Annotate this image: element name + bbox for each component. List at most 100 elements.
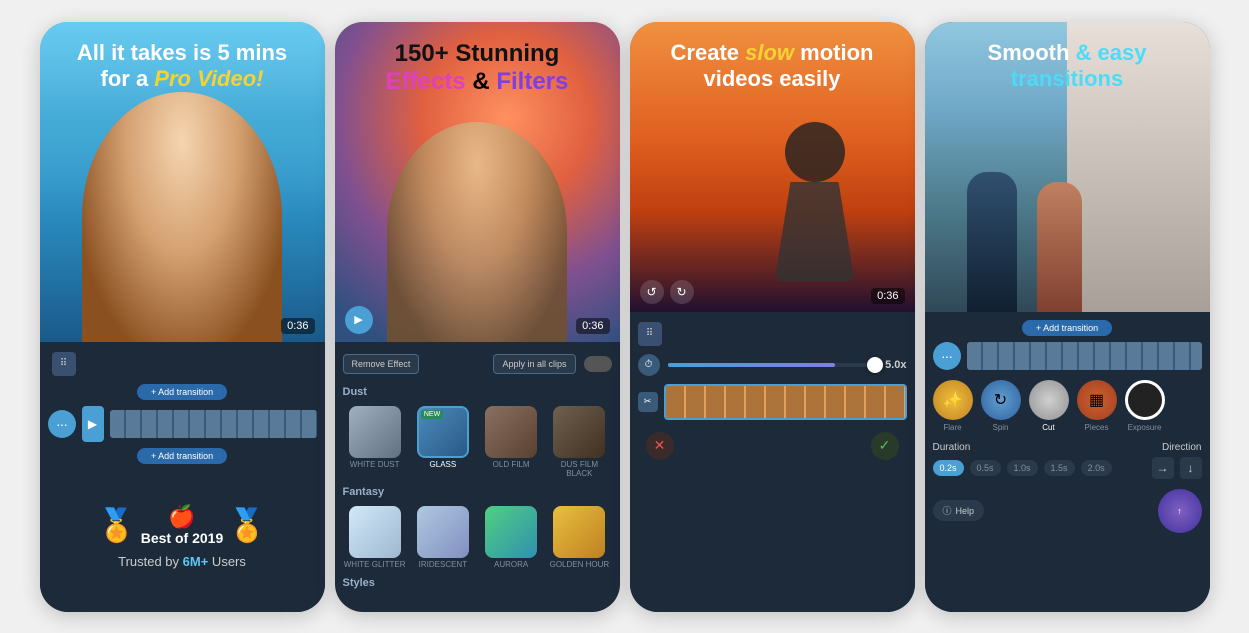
dust-effects-grid: WHITE DUST NEW GLASS OLD FILM DUS FILM B… [343, 406, 612, 478]
transition-exposure[interactable]: Exposure [1125, 380, 1165, 432]
effect-aurora[interactable]: AURORA [479, 506, 543, 569]
speed-slider-track[interactable] [668, 363, 878, 367]
card1-top: All it takes is 5 mins for a Pro Video! … [40, 22, 325, 342]
card1-bottom: ⠿ + Add transition ··· ▶ + Add transitio… [40, 342, 325, 612]
apply-all-btn[interactable]: Apply in all clips [493, 354, 575, 374]
export-btn[interactable]: ↑ [1158, 489, 1202, 533]
card3-line2: videos easily [630, 66, 915, 92]
help-icon: ⓘ [943, 504, 952, 517]
duration-controls: 0.2s 0.5s 1.0s 1.5s 2.0s → ↓ [933, 457, 1202, 479]
speed-icon: ⏱ [638, 354, 660, 376]
card1-timeline1: ··· ▶ [48, 406, 317, 442]
effect-label-iridescent: IRIDESCENT [419, 560, 467, 569]
effect-thumb-old-film [485, 406, 537, 458]
cut-label: Cut [1042, 423, 1054, 432]
easy-text: & easy [1069, 40, 1146, 65]
menu-dots-btn[interactable]: ··· [48, 410, 76, 438]
card1-timer: 0:36 [281, 318, 314, 334]
exposure-label: Exposure [1128, 423, 1162, 432]
flare-label: Flare [943, 423, 961, 432]
transition-flare[interactable]: ✨ Flare [933, 380, 973, 432]
effect-old-film[interactable]: OLD FILM [479, 406, 543, 478]
effect-label-dus-film: DUS FILM BLACK [547, 460, 611, 478]
effect-iridescent[interactable]: IRIDESCENT [411, 506, 475, 569]
effect-white-glitter[interactable]: WHITE GLITTER [343, 506, 407, 569]
duration-0-5s[interactable]: 0.5s [970, 460, 1001, 476]
duration-section: Duration Direction 0.2s 0.5s 1.0s 1.5s 2… [933, 442, 1202, 479]
effect-glass[interactable]: NEW GLASS [411, 406, 475, 478]
effect-dus-film[interactable]: DUS FILM BLACK [547, 406, 611, 478]
remove-effect-btn[interactable]: Remove Effect [343, 354, 420, 374]
duration-1-5s[interactable]: 1.5s [1044, 460, 1075, 476]
arrow-btn[interactable]: ▶ [82, 406, 104, 442]
trim-controls: ✂ [638, 384, 907, 420]
transition-spin[interactable]: ↻ Spin [981, 380, 1021, 432]
laurel-left: 🏅 [97, 509, 137, 541]
speed-thumb[interactable] [867, 357, 883, 373]
card3-line1: Create slow motion [630, 40, 915, 66]
dir-down-btn[interactable]: ↓ [1180, 457, 1202, 479]
effect-label-golden: GOLDEN HOUR [550, 560, 610, 569]
card3-undo-redo: ↺ ↻ [640, 280, 694, 304]
filters-text: Filters [496, 68, 568, 95]
redo-btn[interactable]: ↻ [670, 280, 694, 304]
direction-buttons: → ↓ [1152, 457, 1202, 479]
apply-toggle[interactable] [584, 356, 612, 372]
cancel-btn[interactable]: ✕ [646, 432, 674, 460]
trusted-prefix: Trusted by [118, 554, 183, 569]
phone-card-1: All it takes is 5 mins for a Pro Video! … [40, 22, 325, 612]
best-of-text: Best of 2019 [141, 530, 223, 546]
card1-line2: for a Pro Video! [40, 66, 325, 92]
speed-slider-fill [668, 363, 836, 367]
trim-filmstrip[interactable] [664, 384, 907, 420]
film-strip-1 [110, 410, 317, 438]
grid-icon[interactable]: ⠿ [52, 352, 76, 376]
effect-thumb-glitter [349, 506, 401, 558]
effect-thumb-glass: NEW [417, 406, 469, 458]
spin-icon: ↻ [981, 380, 1021, 420]
card4-film-strip [967, 342, 1202, 370]
action-buttons: ✕ ✓ [638, 428, 907, 464]
card2-timer: 0:36 [576, 318, 609, 334]
add-transition-1[interactable]: + Add transition [137, 384, 227, 400]
effect-thumb-aurora [485, 506, 537, 558]
card4-add-transition[interactable]: + Add transition [1022, 320, 1112, 336]
apple-logo-icon: 🍎 [168, 504, 195, 530]
help-btn[interactable]: ⓘ Help [933, 500, 985, 521]
card4-line1: Smooth & easy [925, 40, 1210, 66]
award-badge: 🏅 🍎 Best of 2019 🏅 [97, 504, 267, 546]
export-icon: ↑ [1177, 506, 1182, 516]
card4-menu-dots[interactable]: ··· [933, 342, 961, 370]
effects-toolbar: Remove Effect Apply in all clips [343, 350, 612, 378]
card3-headline: Create slow motion videos easily [630, 40, 915, 92]
card4-headline: Smooth & easy transitions [925, 40, 1210, 93]
trusted-text: Trusted by 6M+ Users [118, 554, 246, 569]
card1-line1: All it takes is 5 mins [40, 40, 325, 66]
card1-line2-prefix: for a [101, 66, 155, 91]
couple-silhouette [967, 112, 1167, 312]
duration-options: 0.2s 0.5s 1.0s 1.5s 2.0s [933, 460, 1112, 476]
duration-1-0s[interactable]: 1.0s [1007, 460, 1038, 476]
undo-btn[interactable]: ↺ [640, 280, 664, 304]
speed-control: ⏱ 5.0x [638, 354, 907, 376]
speed-value: 5.0x [885, 359, 906, 371]
grid-icon-3[interactable]: ⠿ [638, 322, 662, 346]
duration-0-2s[interactable]: 0.2s [933, 460, 964, 476]
add-transition-2[interactable]: + Add transition [137, 448, 227, 464]
transitions-grid: ✨ Flare ↻ Spin Cut ▦ Pieces Exposure [933, 376, 1202, 436]
card2-play-btn[interactable]: ▶ [345, 306, 373, 334]
category-fantasy: Fantasy [343, 484, 612, 500]
cut-icon [1029, 380, 1069, 420]
effect-thumb-golden [553, 506, 605, 558]
duration-2-0s[interactable]: 2.0s [1081, 460, 1112, 476]
effect-golden-hour[interactable]: GOLDEN HOUR [547, 506, 611, 569]
card2-top: 150+ Stunning Effects & Filters 0:36 ▶ [335, 22, 620, 342]
dir-right-btn[interactable]: → [1152, 457, 1174, 479]
transition-cut[interactable]: Cut [1029, 380, 1069, 432]
help-export-row: ⓘ Help ↑ [933, 489, 1202, 533]
transition-pieces[interactable]: ▦ Pieces [1077, 380, 1117, 432]
confirm-btn[interactable]: ✓ [871, 432, 899, 460]
trim-icon: ✂ [638, 392, 658, 412]
direction-title: Direction [1162, 442, 1201, 453]
effect-white-dust[interactable]: WHITE DUST [343, 406, 407, 478]
